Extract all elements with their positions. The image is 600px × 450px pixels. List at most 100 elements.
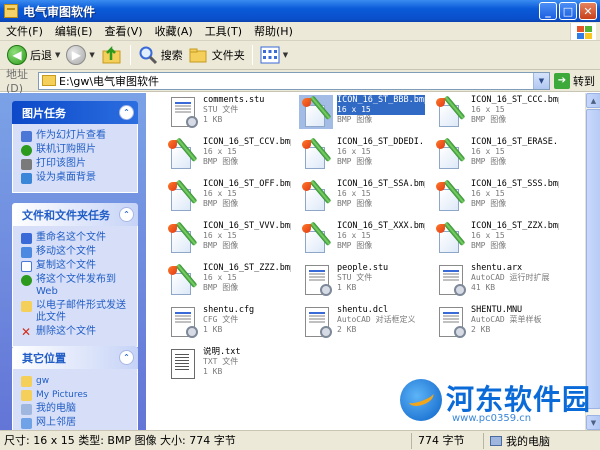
desktop-icon: [21, 173, 32, 184]
file-item[interactable]: ICON_16_ST_ZZX.bmp 16 x 15 BMP 图像: [431, 219, 559, 259]
file-tasks-header[interactable]: 文件和文件夹任务 ⌃: [12, 203, 138, 226]
close-button[interactable]: ✕: [579, 2, 597, 20]
file-item[interactable]: ICON_16_ST_XXX.bmp 16 x 15 BMP 图像: [297, 219, 425, 259]
file-item[interactable]: SHENTU.MNU AutoCAD 菜单样板 2 KB: [431, 303, 559, 343]
window-title: 电气审图软件: [23, 4, 96, 19]
task-slideshow[interactable]: 作为幻灯片查看: [21, 130, 131, 142]
file-size: BMP 图像: [471, 157, 507, 166]
file-item[interactable]: ICON_16_ST_OFF.bmp 16 x 15 BMP 图像: [163, 177, 291, 217]
search-icon: [139, 46, 157, 65]
folders-label: 文件夹: [211, 49, 245, 62]
file-item[interactable]: comments.stu STU 文件 1 KB: [163, 93, 291, 133]
folder-icon: [42, 75, 56, 86]
chevron-down-icon[interactable]: ▼: [283, 51, 288, 59]
minimize-button[interactable]: _: [539, 2, 557, 20]
place-my-pictures[interactable]: My Pictures: [21, 389, 131, 401]
status-details: 尺寸: 16 x 15 类型: BMP 图像 大小: 774 字节: [0, 432, 412, 449]
status-zone: 我的电脑: [484, 433, 550, 449]
menu-view[interactable]: 查看(V): [98, 23, 148, 39]
file-item[interactable]: shentu.dcl AutoCAD 对话框定义 2 KB: [297, 303, 425, 343]
menu-favorites[interactable]: 收藏(A): [149, 23, 199, 39]
file-item[interactable]: ICON_16_ST_CCC.bmp 16 x 15 BMP 图像: [431, 93, 559, 133]
task-move[interactable]: 移动这个文件: [21, 246, 131, 258]
address-input[interactable]: E:\gw\电气审图软件 ▼: [38, 71, 550, 90]
task-delete[interactable]: ✕ 删除这个文件: [21, 326, 131, 338]
file-item[interactable]: shentu.arx AutoCAD 运行时扩展 41 KB: [431, 261, 559, 301]
collapse-icon[interactable]: ⌃: [119, 350, 134, 365]
file-item[interactable]: ICON_16_ST_ZZZ.bmp 16 x 15 BMP 图像: [163, 261, 291, 301]
file-type: STU 文件: [203, 105, 239, 114]
file-item[interactable]: ICON_16_ST_BBB.bmp 16 x 15 BMP 图像: [297, 93, 425, 133]
picture-tasks-header[interactable]: 图片任务 ⌃: [12, 101, 138, 124]
file-item[interactable]: people.stu STU 文件 1 KB: [297, 261, 425, 301]
file-name: ICON_16_ST_ZZX.bmp: [471, 221, 559, 231]
scroll-thumb[interactable]: [586, 109, 600, 409]
go-button[interactable]: ➔ 转到: [554, 72, 595, 89]
file-name: SHENTU.MNU: [471, 305, 523, 315]
scroll-up-icon[interactable]: ▲: [586, 93, 600, 108]
back-button[interactable]: ◀ 后退 ▼: [4, 43, 63, 68]
collapse-icon[interactable]: ⌃: [119, 207, 134, 222]
search-button[interactable]: 搜索: [135, 43, 186, 68]
chevron-down-icon[interactable]: ▼: [89, 51, 94, 59]
file-item[interactable]: ICON_16_ST_DDEDI... 16 x 15 BMP 图像: [297, 135, 425, 175]
chevron-down-icon[interactable]: ▼: [533, 72, 549, 89]
file-info: ICON_16_ST_ZZX.bmp 16 x 15 BMP 图像: [471, 221, 559, 251]
menu-tools[interactable]: 工具(T): [199, 23, 248, 39]
file-name: ICON_16_ST_SSS.bmp: [471, 179, 559, 189]
file-type: TXT 文件: [203, 357, 239, 366]
maximize-button[interactable]: □: [559, 2, 577, 20]
move-icon: [21, 247, 32, 258]
views-button[interactable]: ▼: [257, 43, 291, 68]
task-order-prints[interactable]: 联机订购照片: [21, 144, 131, 156]
file-item[interactable]: ICON_16_ST_ERASE... 16 x 15 BMP 图像: [431, 135, 559, 175]
file-info: ICON_16_ST_OFF.bmp 16 x 15 BMP 图像: [203, 179, 291, 209]
other-places-title: 其它位置: [22, 351, 66, 365]
file-type: 16 x 15: [471, 231, 505, 240]
file-name: shentu.cfg: [203, 305, 255, 315]
menu-help[interactable]: 帮助(H): [248, 23, 299, 39]
file-name: shentu.dcl: [337, 305, 389, 315]
file-item[interactable]: 说明.txt TXT 文件 1 KB: [163, 345, 291, 385]
file-info: SHENTU.MNU AutoCAD 菜单样板 2 KB: [471, 305, 559, 335]
doc-gear-icon: [165, 305, 199, 339]
file-size: 1 KB: [203, 325, 223, 334]
up-button[interactable]: [98, 43, 126, 68]
file-info: ICON_16_ST_DDEDI... 16 x 15 BMP 图像: [337, 137, 425, 167]
file-type: 16 x 15: [337, 105, 425, 115]
file-item[interactable]: ICON_16_ST_SSA.bmp 16 x 15 BMP 图像: [297, 177, 425, 217]
folder-up-icon: [102, 45, 121, 64]
file-item[interactable]: ICON_16_ST_SSS.bmp 16 x 15 BMP 图像: [431, 177, 559, 217]
place-gw[interactable]: gw: [21, 375, 131, 387]
file-size: BMP 图像: [203, 157, 239, 166]
folders-button[interactable]: 文件夹: [186, 43, 248, 68]
file-item[interactable]: shentu.cfg CFG 文件 1 KB: [163, 303, 291, 343]
address-value[interactable]: E:\gw\电气审图软件: [59, 73, 159, 89]
file-type: 16 x 15: [471, 189, 505, 198]
place-network[interactable]: 网上邻居: [21, 417, 131, 429]
collapse-icon[interactable]: ⌃: [119, 105, 134, 120]
menu-edit[interactable]: 编辑(E): [49, 23, 99, 39]
bmp-brush-icon: [433, 179, 467, 213]
place-my-computer[interactable]: 我的电脑: [21, 403, 131, 415]
forward-button[interactable]: ▶ ▼: [63, 43, 97, 68]
task-copy[interactable]: 复制这个文件: [21, 260, 131, 272]
task-set-background[interactable]: 设为桌面背景: [21, 172, 131, 184]
file-item[interactable]: ICON_16_ST_VVV.bmp 16 x 15 BMP 图像: [163, 219, 291, 259]
file-size: 1 KB: [203, 367, 223, 376]
chevron-down-icon[interactable]: ▼: [55, 51, 60, 59]
other-places-header[interactable]: 其它位置 ⌃: [12, 346, 138, 369]
task-publish-web[interactable]: 将这个文件发布到 Web: [21, 274, 131, 298]
task-print-picture[interactable]: 打印该图片: [21, 158, 131, 170]
other-places-panel: 其它位置 ⌃ gw My Pictures 我的电脑 网上邻居: [12, 346, 138, 430]
file-item[interactable]: ICON_16_ST_CCV.bmp 16 x 15 BMP 图像: [163, 135, 291, 175]
menu-file[interactable]: 文件(F): [0, 23, 49, 39]
file-size: 2 KB: [337, 325, 357, 334]
task-rename[interactable]: 重命名这个文件: [21, 232, 131, 244]
folder-icon: [21, 390, 32, 401]
other-places-body: gw My Pictures 我的电脑 网上邻居: [12, 369, 138, 430]
title-bar[interactable]: 电气审图软件 _ □ ✕: [0, 0, 600, 22]
back-arrow-icon: ◀: [7, 45, 27, 65]
task-email[interactable]: 以电子邮件形式发送此文件: [21, 300, 131, 324]
file-type: 16 x 15: [471, 147, 505, 156]
